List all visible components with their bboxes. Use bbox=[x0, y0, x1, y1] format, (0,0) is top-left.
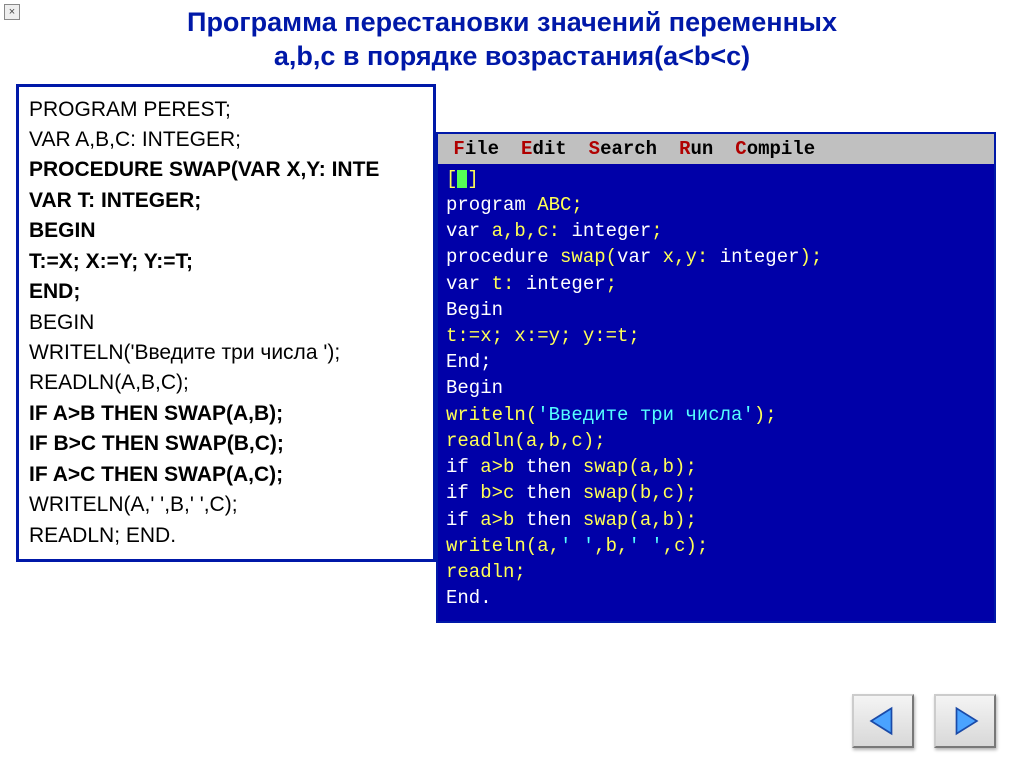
code-line: READLN; END. bbox=[29, 521, 423, 551]
ide-code-area[interactable]: [] program ABC; var a,b,c: integer; proc… bbox=[438, 164, 994, 616]
slide-title: Программа перестановки значений переменн… bbox=[0, 0, 1024, 84]
nav-buttons bbox=[852, 694, 996, 748]
code-line: IF B>C THEN SWAP(B,C); bbox=[29, 429, 423, 459]
code-line: WRITELN(A,' ',B,' ',C); bbox=[29, 490, 423, 520]
code-line: READLN(A,B,C); bbox=[29, 368, 423, 398]
title-line-1: Программа перестановки значений переменн… bbox=[187, 7, 837, 37]
ide-window: File Edit Search Run Compile [] program … bbox=[436, 132, 996, 624]
menu-file[interactable]: File bbox=[442, 136, 499, 162]
main-content: PROGRAM PEREST; VAR A,B,C: INTEGER; PROC… bbox=[0, 84, 1024, 624]
menu-run[interactable]: Run bbox=[679, 136, 713, 162]
code-line: VAR T: INTEGER; bbox=[29, 186, 423, 216]
code-line: WRITELN('Введите три числа '); bbox=[29, 338, 423, 368]
prev-slide-button[interactable] bbox=[852, 694, 914, 748]
code-line: IF A>C THEN SWAP(A,C); bbox=[29, 460, 423, 490]
ide-menu-bar: File Edit Search Run Compile bbox=[438, 134, 994, 164]
triangle-left-icon bbox=[866, 704, 900, 738]
code-line: PROCEDURE SWAP(VAR X,Y: INTE bbox=[29, 155, 423, 185]
code-line: BEGIN bbox=[29, 216, 423, 246]
next-slide-button[interactable] bbox=[934, 694, 996, 748]
code-line: PROGRAM PEREST; bbox=[29, 95, 423, 125]
menu-compile[interactable]: Compile bbox=[735, 136, 815, 162]
menu-search[interactable]: Search bbox=[589, 136, 657, 162]
triangle-right-icon bbox=[948, 704, 982, 738]
code-line: IF A>B THEN SWAP(A,B); bbox=[29, 399, 423, 429]
code-line: T:=X; X:=Y; Y:=T; bbox=[29, 247, 423, 277]
cancel-mark-icon: × bbox=[4, 4, 20, 20]
pseudocode-box: PROGRAM PEREST; VAR A,B,C: INTEGER; PROC… bbox=[16, 84, 436, 563]
ide-panel-wrap: File Edit Search Run Compile [] program … bbox=[436, 84, 1008, 624]
title-line-2: a,b,c в порядке возрастания(a<b<c) bbox=[274, 41, 750, 71]
menu-edit[interactable]: Edit bbox=[521, 136, 567, 162]
code-line: VAR A,B,C: INTEGER; bbox=[29, 125, 423, 155]
cursor-icon bbox=[457, 170, 467, 188]
code-line: BEGIN bbox=[29, 308, 423, 338]
code-line: END; bbox=[29, 277, 423, 307]
